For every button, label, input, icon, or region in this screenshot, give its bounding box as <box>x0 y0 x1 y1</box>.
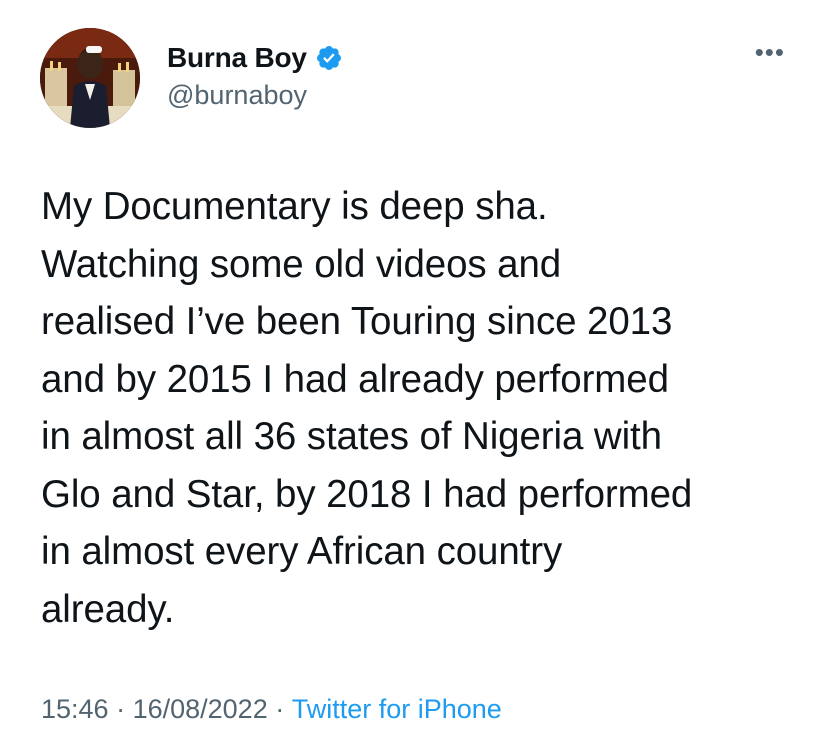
tweet-text: My Documentary is deep sha. Watching som… <box>41 185 693 631</box>
display-name[interactable]: Burna Boy <box>167 42 307 74</box>
author-name-row: Burna Boy <box>167 38 343 78</box>
tweet-time[interactable]: 15:46 <box>41 694 109 725</box>
tweet-date[interactable]: 16/08/2022 <box>133 694 268 725</box>
tweet-card: Burna Boy @burnaboy ••• My Documentary i… <box>0 0 829 740</box>
tweet-meta: 15:46 · 16/08/2022 · Twitter for iPhone <box>41 694 502 725</box>
verified-badge-icon <box>315 44 343 72</box>
more-options-icon[interactable]: ••• <box>755 39 785 65</box>
profile-photo <box>40 28 140 128</box>
tweet-source-link[interactable]: Twitter for iPhone <box>292 694 502 725</box>
meta-separator: · <box>267 694 292 724</box>
meta-separator: · <box>108 694 133 724</box>
avatar[interactable] <box>40 28 140 128</box>
author-handle[interactable]: @burnaboy <box>167 80 307 111</box>
